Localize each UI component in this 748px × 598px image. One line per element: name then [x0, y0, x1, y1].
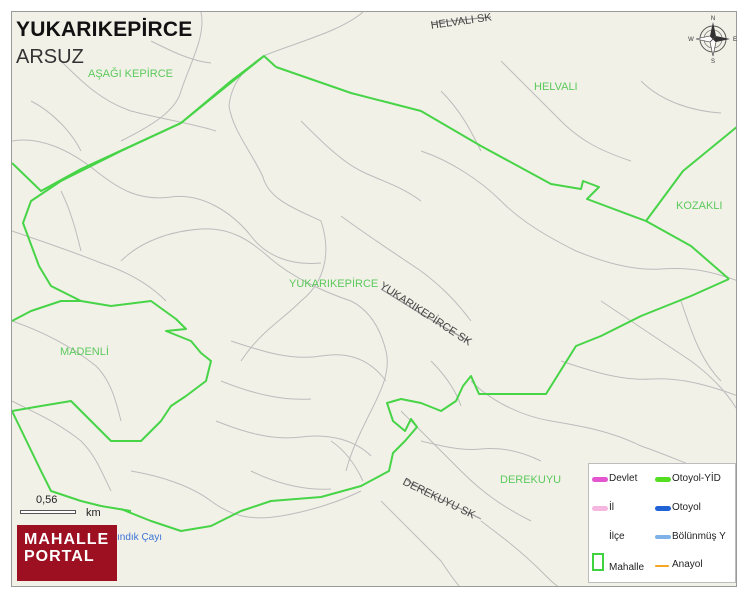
legend-label-devlet: Devlet — [609, 473, 638, 484]
map-legend: Devlet Otoyol-YİD İl Otoyol İlçe Bölünmü… — [588, 463, 736, 583]
neighbourhood-boundaries — [12, 55, 736, 532]
compass-east-label: E — [733, 37, 737, 43]
legend-swatch-otoyol-yid — [655, 477, 671, 482]
legend-label-otoyol-yid: Otoyol-YİD — [672, 473, 721, 484]
water-label: ındık Çayı — [117, 532, 163, 543]
legend-swatch-devlet — [592, 477, 608, 482]
place-label-helvali: HELVALI — [534, 81, 578, 93]
compass-rose-icon: N S W E — [686, 14, 740, 65]
scale-unit: km — [86, 507, 101, 519]
legend-label-mahalle: Mahalle — [609, 562, 645, 573]
scale-bar — [20, 510, 76, 514]
compass-south-label: S — [711, 59, 715, 64]
legend-swatch-mahalle — [592, 553, 604, 571]
legend-label-ilce: İlçe — [609, 531, 625, 542]
legend-swatch-il — [592, 506, 608, 511]
legend-swatch-bolunmus-yol — [655, 535, 671, 539]
map-title: YUKARIKEPİRCE — [16, 18, 193, 41]
legend-label-otoyol: Otoyol — [672, 502, 701, 513]
legend-swatch-anayol — [655, 565, 669, 567]
legend-label-anayol: Anayol — [672, 559, 703, 570]
compass-west-label: W — [688, 37, 694, 43]
map-subtitle: ARSUZ — [16, 46, 84, 68]
highlighted-roads — [380, 16, 492, 520]
place-label-yukarikepirce: YUKARIKEPİRCE — [289, 278, 379, 290]
legend-swatch-otoyol — [655, 506, 671, 511]
place-label-madenli: MADENLİ — [60, 346, 109, 358]
legend-label-bolunmus-yol: Bölünmüş Y — [672, 531, 726, 542]
place-label-derekuyu: DEREKUYU — [500, 474, 562, 486]
place-label-kozakli: KOZAKLI — [676, 200, 723, 212]
compass-north-label: N — [711, 16, 715, 22]
mahalle-portal-logo[interactable]: MAHALLE PORTAL — [17, 525, 117, 581]
scale-value: 0,56 — [36, 494, 58, 506]
logo-line-2: PORTAL — [24, 548, 95, 565]
place-label-asagi-kepirce: AŞAĞI KEPİRCE — [88, 68, 173, 80]
logo-line-1: MAHALLE — [24, 531, 110, 548]
legend-label-il: İl — [609, 502, 614, 513]
